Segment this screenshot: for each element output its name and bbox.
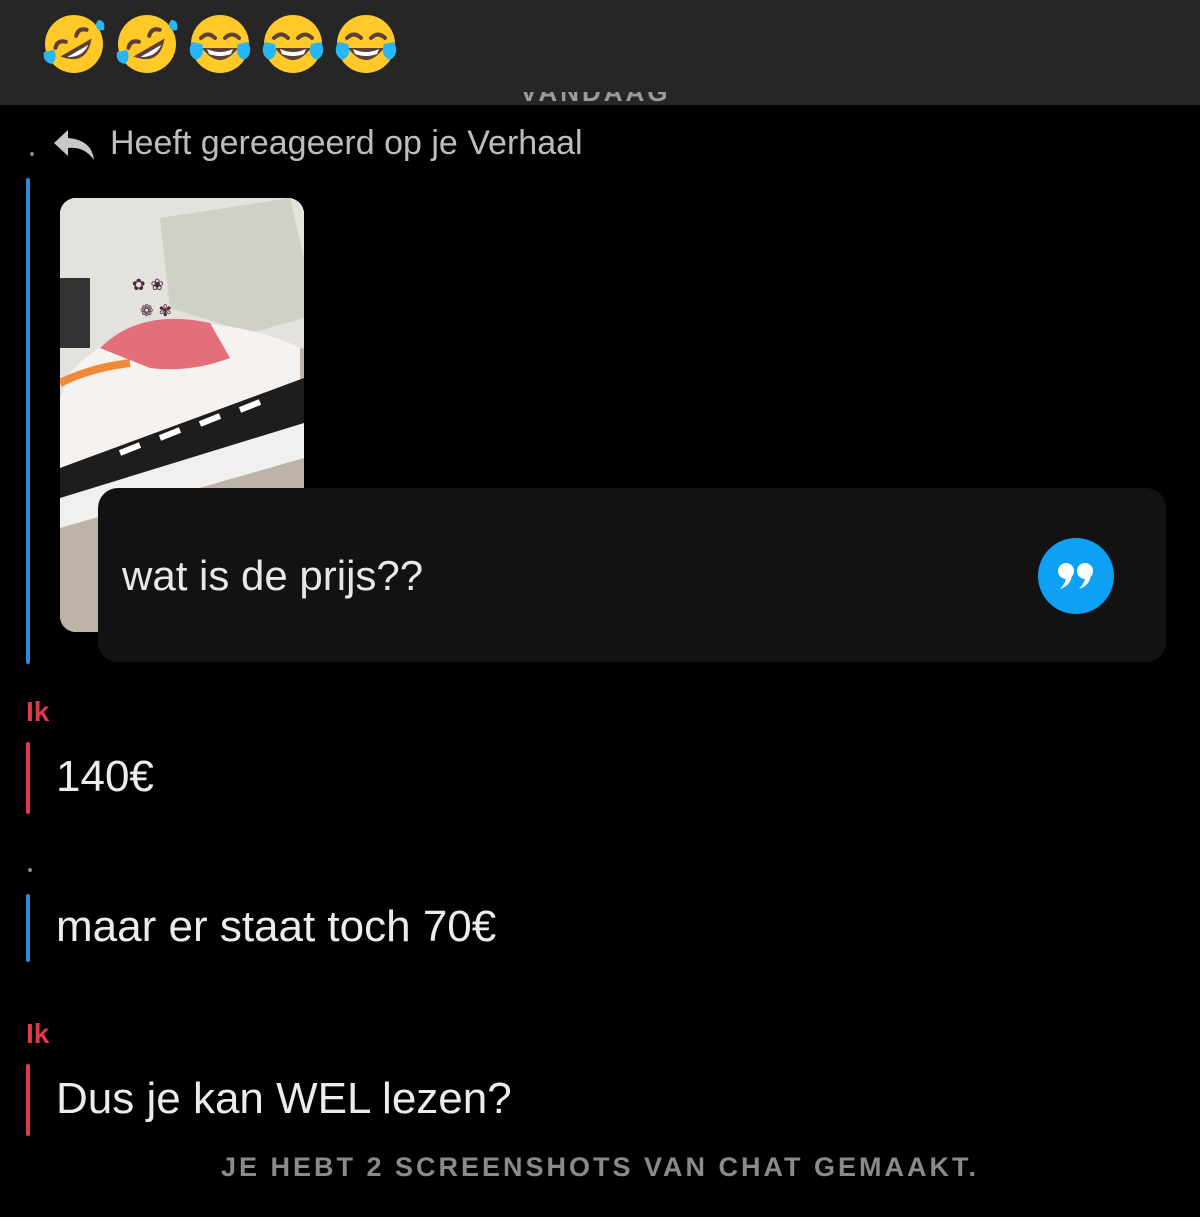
story-reply-message: wat is de prijs??: [122, 552, 424, 599]
sender-label-me: Ik: [26, 696, 50, 727]
rolling-laughing-emoji-icon: [43, 15, 105, 73]
tears-of-joy-emoji-icon: [189, 15, 251, 73]
rolling-laughing-emoji-icon: [116, 15, 178, 73]
caption-bar: [0, 0, 1200, 105]
screenshot-notice: JE HEBT 2 SCREENSHOTS VAN CHAT GEMAAKT.: [220, 1152, 980, 1182]
chat-message: Dus je kan WEL lezen?: [56, 1074, 512, 1123]
sender-label-me: Ik: [26, 1018, 50, 1049]
me-message-bar: [26, 1064, 30, 1136]
quote-button[interactable]: [1038, 538, 1114, 614]
them-message-bar: [26, 178, 30, 664]
svg-text:❁ ✾: ❁ ✾: [140, 301, 172, 320]
them-message-bar: [26, 894, 30, 962]
emoji-row: [42, 12, 398, 76]
tears-of-joy-emoji-icon: [262, 15, 324, 73]
story-reply-card[interactable]: wat is de prijs??: [98, 488, 1166, 662]
status-dot: [30, 152, 34, 156]
me-message-bar: [26, 742, 30, 814]
status-dot: [28, 868, 32, 872]
reply-arrow-icon: [54, 130, 94, 160]
quote-icon: [1058, 563, 1093, 589]
chat-message: 140€: [56, 752, 154, 801]
date-header-label: VANDAAG: [520, 92, 671, 106]
svg-text:✿ ❀: ✿ ❀: [132, 275, 164, 294]
story-reaction-label: Heeft gereageerd op je Verhaal: [110, 124, 583, 162]
chat-message: maar er staat toch 70€: [56, 902, 497, 951]
tears-of-joy-emoji-icon: [335, 15, 397, 73]
date-header: VANDAAG: [520, 92, 680, 106]
